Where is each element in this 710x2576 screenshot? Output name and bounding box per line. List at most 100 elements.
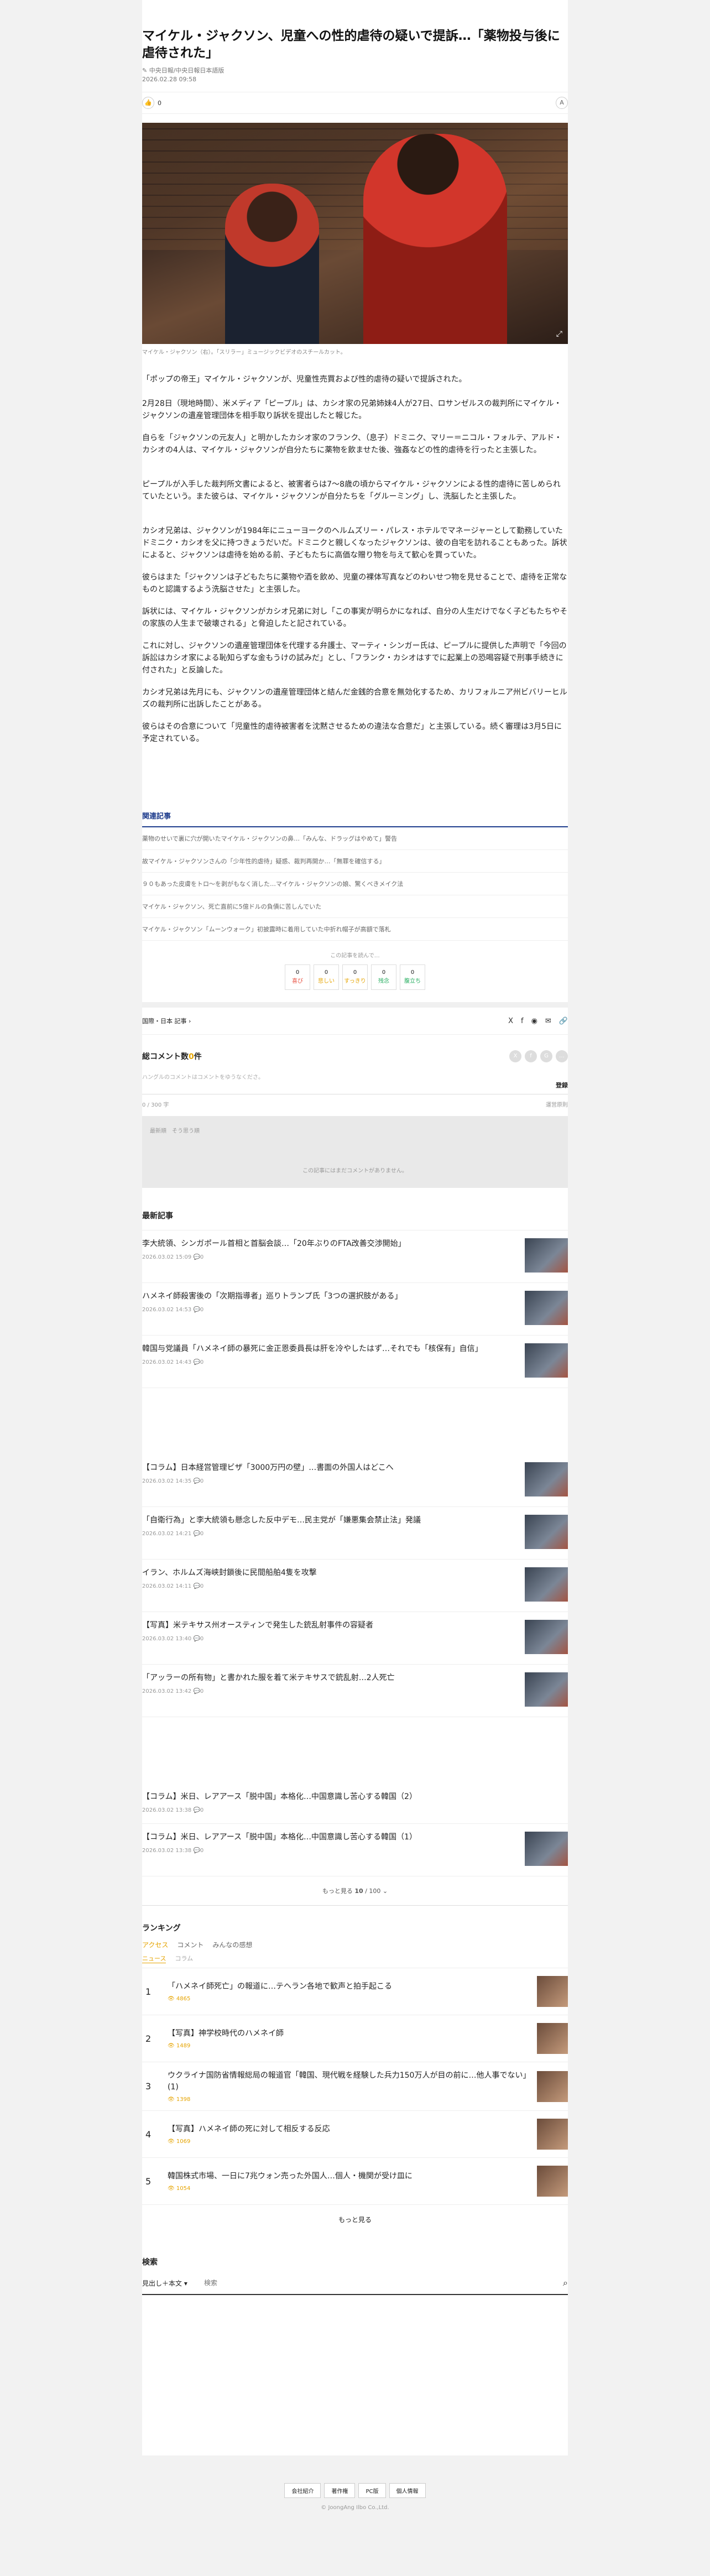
reaction-label: 腹立ち [404, 978, 421, 984]
comment-bar: 0 / 300 字 運営原則 [142, 1094, 568, 1108]
byline-source: 中央日報/中央日報日本語版 [149, 67, 225, 74]
subtab-column[interactable]: コラム [175, 1954, 193, 1963]
article-title: マイケル・ジャクソン、児童への性的虐待の疑いで提訴…「薬物投与後に虐待された」 [142, 29, 560, 60]
comment-sort-tabs[interactable]: 最新順 そう思う順 [150, 1126, 200, 1134]
tab-access[interactable]: アクセス [142, 1940, 168, 1949]
comment-count: 0 [189, 1052, 194, 1061]
like-button[interactable]: 👍 0 [142, 97, 161, 109]
footer: 会社紹介 著作権 PC版 個人情報 © JoongAng Ilbo Co.,Lt… [0, 2455, 710, 2544]
related-title: 関連記事 [142, 810, 568, 827]
list-item[interactable]: 【コラム】日本経営管理ビザ「3000万円の壁」…書面の外国人はどこへ 2026.0… [142, 1454, 568, 1507]
line-share-icon[interactable]: ◉ [531, 1017, 537, 1025]
thumbs-up-icon: 👍 [142, 97, 154, 109]
reaction-sad-button[interactable]: 0 悲しい [314, 964, 339, 990]
ranking-item[interactable]: 3 ウクライナ国防省情報総局の報道官「韓国、現代戦を経験した兵力150万人が目の前… [142, 2062, 568, 2111]
reaction-label: すっきり [344, 978, 366, 984]
reaction-count: 0 [410, 969, 415, 976]
list-item[interactable]: 韓国与党議員「ハメネイ師の暴死に金正恩委員長は肝を冷やしたはず…それでも「核保有… [142, 1336, 568, 1388]
related-link[interactable]: マイケル・ジャクソン、死亡直前に5億ドルの負債に苦しんでいた [142, 895, 568, 918]
news-thumbnail [525, 1672, 568, 1707]
facebook-share-icon[interactable]: f [521, 1017, 524, 1025]
related-link[interactable]: ９０もあった皮膚をトロ～を剥がもなく消した…マイケル・ジャクソンの娘、驚くべきメ… [142, 873, 568, 895]
more-login-icon[interactable]: … [556, 1050, 568, 1062]
section-divider [142, 1002, 568, 1008]
ranking-list: 1 「ハメネイ師死亡」の報道に…テヘラン各地で歓声と拍手起こる 👁 4865 2 【写… [142, 1968, 568, 2205]
list-item[interactable]: 【コラム】米日、レアアース「脱中国」本格化…中国意識し苦心する韓国（1） 2026… [142, 1824, 568, 1876]
news-thumbnail [525, 1832, 568, 1866]
related-link[interactable]: 故マイケル・ジャクソンさんの「少年性的虐待」疑惑、裁判再開か…「無罪を確信する」 [142, 850, 568, 873]
rules-link[interactable]: 運営原則 [546, 1100, 568, 1108]
article-photo[interactable]: ⤢ [142, 123, 568, 344]
article-page: マイケル・ジャクソン、児童への性的虐待の疑いで提訴…「薬物投与後に虐待された」 … [142, 0, 568, 2455]
footer-link-copyright[interactable]: 著作権 [324, 2483, 356, 2498]
register-button[interactable]: 登録 [142, 1081, 568, 1089]
reaction-count: 0 [382, 969, 386, 976]
ranking-subtabs: ニュース コラム [142, 1954, 568, 1968]
news-thumbnail [525, 1291, 568, 1325]
reaction-count: 0 [295, 969, 300, 976]
subtab-news[interactable]: ニュース [142, 1954, 166, 1963]
login-sns: X f G … [509, 1050, 568, 1062]
reaction-label: 悲しい [318, 978, 335, 984]
footer-link-company[interactable]: 会社紹介 [284, 2483, 321, 2498]
google-login-icon[interactable]: G [540, 1050, 552, 1062]
list-item[interactable]: 【コラム】米日、レアアース「脱中国」本格化…中国意識し苦心する韓国（2） 2026… [142, 1784, 568, 1824]
category-link[interactable]: 国際・日本 記事 › [142, 1016, 191, 1025]
ranking-more-button[interactable]: もっと見る [142, 2205, 568, 2234]
footer-link-pc[interactable]: PC版 [358, 2483, 386, 2498]
facebook-login-icon[interactable]: f [525, 1050, 537, 1062]
latest-more-button[interactable]: もっと見る 10 / 100 ⌄ [142, 1876, 568, 1906]
comment-list: 最新順 そう思う順 この記事にはまだコメントがありません。 [142, 1116, 568, 1188]
reaction-refresh-button[interactable]: 0 すっきり [342, 964, 368, 990]
ranking-title: ランキング [142, 1924, 181, 1933]
related-link[interactable]: マイケル・ジャクソン「ムーンウォーク」初披露時に着用していた中折れ帽子が高額で落… [142, 918, 568, 941]
news-thumbnail [525, 1343, 568, 1378]
list-item[interactable]: イラン、ホルムズ海峡封鎖後に民間船舶4隻を攻撃 2026.03.02 14:11 … [142, 1560, 568, 1612]
font-size-button[interactable]: A [556, 97, 568, 109]
reaction-regret-button[interactable]: 0 残念 [371, 964, 396, 990]
author-icon: ✎ [142, 67, 149, 74]
expand-icon[interactable]: ⤢ [556, 330, 562, 338]
list-item[interactable]: 「アッラーの所有物」と書かれた服を着て米テキサスで銃乱射…2人死亡 2026.03… [142, 1665, 568, 1717]
search-icon[interactable]: ⌕ [563, 2277, 568, 2288]
mail-share-icon[interactable]: ✉ [545, 1017, 551, 1025]
news-thumbnail [525, 1238, 568, 1273]
reaction-label: 残念 [378, 978, 389, 984]
list-item[interactable]: 李大統領、シンガポール首相と首脳会談…「20年ぶりのFTA改善交渉開始」 2026… [142, 1230, 568, 1283]
ranking-item[interactable]: 4 【写真】ハメネイ師の死に対して相反する反応 👁 1069 [142, 2111, 568, 2158]
reaction-label: この記事を読んで… [330, 953, 380, 959]
tab-comment[interactable]: コメント [177, 1940, 203, 1949]
search-input[interactable] [203, 2278, 563, 2287]
article-paragraph: ピープルが入手した裁判所文書によると、被害者らは7～8歳の頃からマイケル・ジャク… [142, 480, 561, 501]
x-share-icon[interactable]: X [508, 1017, 513, 1025]
latest-list: 李大統領、シンガポール首相と首脳会談…「20年ぶりのFTA改善交渉開始」 2026… [142, 1230, 568, 1876]
ranking-thumbnail [537, 2166, 568, 2197]
article-paragraph: カシオ兄弟は、ジャクソンが1984年にニューヨークのヘルムズリー・パレス・ホテル… [142, 526, 567, 560]
related-link[interactable]: 薬物のせいで裏に穴が開いたマイケル・ジャクソンの鼻…「みんな、ドラッグはやめて」… [142, 827, 568, 850]
reaction-joy-button[interactable]: 0 喜び [285, 964, 310, 990]
ranking-item[interactable]: 1 「ハメネイ師死亡」の報道に…テヘラン各地で歓声と拍手起こる 👁 4865 [142, 1968, 568, 2015]
x-login-icon[interactable]: X [509, 1050, 521, 1062]
reaction-angry-button[interactable]: 0 腹立ち [400, 964, 425, 990]
comments-title: 総コメント数0件 [142, 1052, 202, 1061]
article-paragraph: 彼らはその合意について「児童性的虐待被害者を沈黙させるための違法な合意だ」と主張… [142, 722, 562, 743]
comments-header: 総コメント数0件 X f G … [142, 1050, 568, 1062]
ranking-item[interactable]: 5 韓国株式市場、一日に7兆ウォン売った外国人…個人・機関が受け皿に 👁 1054 [142, 2158, 568, 2205]
no-comments-text: この記事にはまだコメントがありません。 [302, 1168, 408, 1174]
article-lead: 「ポップの帝王」マイケル・ジャクソンが、児童性売買および性的虐待の疑いで提訴され… [142, 375, 467, 384]
list-item[interactable]: 「自衛行為」と李大統領も懸念した反中デモ…民主党が「嫌悪集会禁止法」発議 2026… [142, 1507, 568, 1560]
tab-reaction[interactable]: みんなの感想 [212, 1940, 252, 1949]
comment-input[interactable]: ハングルのコメントはコメントをゆうなくださ。 [142, 1072, 568, 1081]
search-scope-select[interactable]: 見出し＋本文 ▾ [142, 2278, 203, 2288]
footer-link-privacy[interactable]: 個人情報 [389, 2483, 426, 2498]
search-bar: 見出し＋本文 ▾ ⌕ [142, 2277, 568, 2295]
share-buttons: X f ◉ ✉ 🔗 [508, 1017, 568, 1025]
article-paragraph: これに対し、ジャクソンの遺産管理団体を代理する弁護士、マーティ・シンガー氏は、ピ… [142, 642, 567, 675]
list-item[interactable]: 【写真】米テキサス州オースティンで発生した銃乱射事件の容疑者 2026.03.02… [142, 1612, 568, 1665]
ranking-item[interactable]: 2 【写真】神学校時代のハメネイ師 👁 1489 [142, 2015, 568, 2062]
link-copy-icon[interactable]: 🔗 [559, 1017, 568, 1025]
news-thumbnail [525, 1462, 568, 1496]
latest-title: 最新記事 [142, 1210, 568, 1230]
list-item[interactable]: ハメネイ師殺害後の「次期指導者」巡りトランプ氏「3つの選択肢がある」 2026.0… [142, 1283, 568, 1336]
byline: ✎ 中央日報/中央日報日本語版 2026.02.28 09:58 [142, 66, 568, 84]
